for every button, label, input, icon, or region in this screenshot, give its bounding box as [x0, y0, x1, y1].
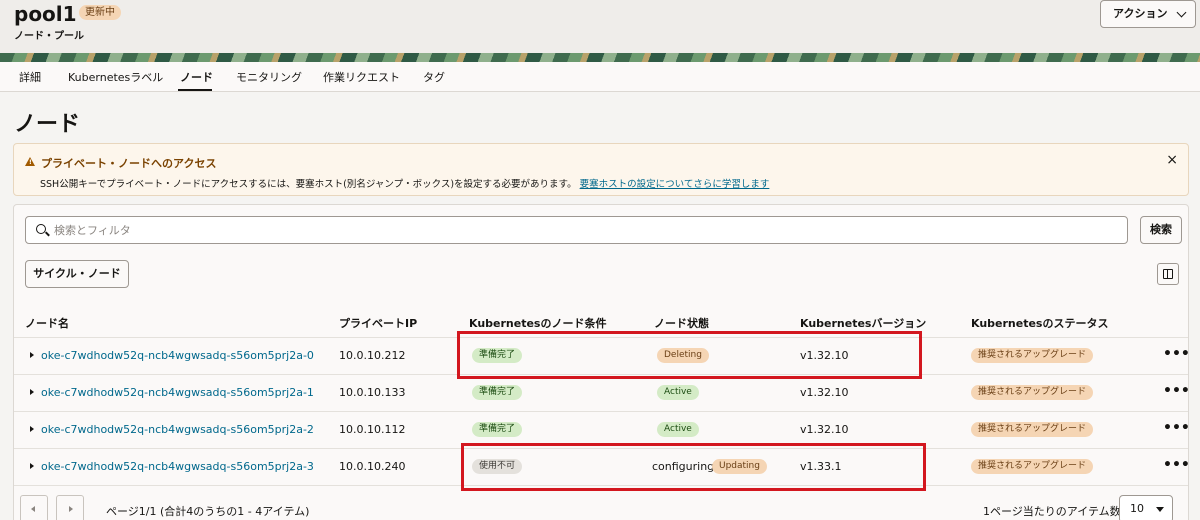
row-actions-menu[interactable]: •••	[1163, 420, 1190, 436]
tab-details[interactable]: 詳細	[19, 69, 41, 85]
tab-nodes[interactable]: ノード	[180, 69, 213, 85]
node-name-link[interactable]: oke-c7wdhodw52q-ncb4wgwsadq-s56om5prj2a-…	[41, 349, 314, 362]
bastion-learn-more-link[interactable]: 要塞ホストの設定についてさらに学習します	[580, 179, 770, 190]
next-page-button[interactable]	[56, 495, 84, 520]
search-input[interactable]	[54, 221, 1114, 239]
node-name-link[interactable]: oke-c7wdhodw52q-ncb4wgwsadq-s56om5prj2a-…	[41, 386, 314, 399]
node-state-badge: Active	[657, 422, 699, 437]
close-icon[interactable]: ×	[1166, 152, 1178, 168]
highlight-box	[457, 331, 922, 379]
page-title: pool1	[14, 2, 77, 26]
previous-page-button[interactable]	[20, 495, 48, 520]
expand-row-icon[interactable]	[30, 426, 34, 432]
k8s-status-badge: 推奨されるアップグレード	[971, 459, 1094, 474]
expand-row-icon[interactable]	[30, 463, 34, 469]
k8s-status-badge: 推奨されるアップグレード	[971, 348, 1094, 363]
node-name-link[interactable]: oke-c7wdhodw52q-ncb4wgwsadq-s56om5prj2a-…	[41, 423, 314, 436]
active-tab-indicator	[178, 89, 212, 91]
private-ip: 10.0.10.112	[339, 423, 406, 436]
chevron-right-icon	[69, 506, 73, 512]
items-per-page-label: 1ページ当たりのアイテム数	[983, 505, 1121, 518]
section-heading: ノード	[14, 112, 81, 137]
k8s-status-badge: 推奨されるアップグレード	[971, 422, 1094, 437]
search-icon	[36, 224, 46, 234]
actions-button-label: アクション	[1113, 7, 1168, 20]
access-alert: ! プライベート・ノードへのアクセス SSH公開キーでプライベート・ノードにアク…	[13, 143, 1189, 196]
k8s-version: v1.32.10	[800, 423, 849, 436]
actions-button[interactable]: アクション	[1100, 0, 1196, 28]
alert-message: SSH公開キーでプライベート・ノードにアクセスするには、要塞ホスト(別名ジャンプ…	[40, 176, 769, 190]
items-per-page-select[interactable]: 10	[1119, 495, 1173, 520]
cycle-nodes-button[interactable]: サイクル・ノード	[25, 260, 129, 288]
search-button[interactable]: 検索	[1140, 216, 1182, 244]
pagination-summary: ページ1/1 (合計4のうちの1 - 4アイテム)	[106, 505, 310, 518]
table-row[interactable]: oke-c7wdhodw52q-ncb4wgwsadq-s56om5prj2a-…	[14, 374, 1190, 411]
col-header-node-condition: Kubernetesのノード条件	[469, 317, 607, 330]
tab-work-requests[interactable]: 作業リクエスト	[323, 69, 400, 85]
highlight-box	[461, 443, 926, 491]
row-actions-menu[interactable]: •••	[1163, 457, 1190, 473]
expand-row-icon[interactable]	[30, 352, 34, 358]
node-name-link[interactable]: oke-c7wdhodw52q-ncb4wgwsadq-s56om5prj2a-…	[41, 460, 314, 473]
k8s-status-badge: 推奨されるアップグレード	[971, 385, 1094, 400]
decorative-banner	[0, 53, 1200, 62]
alert-text: SSH公開キーでプライベート・ノードにアクセスするには、要塞ホスト(別名ジャンプ…	[40, 179, 577, 190]
col-header-k8s-status: Kubernetesのステータス	[971, 317, 1109, 330]
expand-row-icon[interactable]	[30, 389, 34, 395]
columns-icon	[1163, 269, 1173, 279]
private-ip: 10.0.10.240	[339, 460, 406, 473]
private-ip: 10.0.10.212	[339, 349, 406, 362]
page-header: pool1 更新中 ノード・プール アクション	[0, 0, 1200, 56]
chevron-down-icon	[1176, 7, 1187, 18]
items-per-page-value: 10	[1130, 502, 1144, 515]
col-header-node-state: ノード状態	[654, 317, 709, 330]
row-actions-menu[interactable]: •••	[1163, 346, 1190, 362]
k8s-version: v1.32.10	[800, 386, 849, 399]
chevron-left-icon	[31, 506, 35, 512]
resource-type-label: ノード・プール	[14, 31, 84, 42]
warning-icon: !	[25, 157, 35, 166]
status-badge: 更新中	[79, 5, 121, 20]
row-actions-menu[interactable]: •••	[1163, 383, 1190, 399]
search-box	[25, 216, 1128, 244]
tab-monitoring[interactable]: モニタリング	[236, 69, 302, 85]
column-settings-button[interactable]	[1157, 263, 1179, 285]
node-state-badge: Active	[657, 385, 699, 400]
caret-down-icon	[1156, 507, 1164, 512]
node-condition-badge: 準備完了	[472, 422, 523, 437]
tab-kubernetes-labels[interactable]: Kubernetesラベル	[68, 69, 163, 85]
col-header-node-name: ノード名	[25, 317, 69, 330]
tab-tags[interactable]: タグ	[423, 69, 445, 85]
col-header-private-ip: プライベートIP	[339, 317, 418, 330]
private-ip: 10.0.10.133	[339, 386, 406, 399]
col-header-k8s-version: Kubernetesバージョン	[800, 317, 927, 330]
node-condition-badge: 準備完了	[472, 385, 523, 400]
alert-title: プライベート・ノードへのアクセス	[41, 157, 217, 170]
tab-bar: 詳細 Kubernetesラベル ノード モニタリング 作業リクエスト タグ	[0, 62, 1200, 92]
